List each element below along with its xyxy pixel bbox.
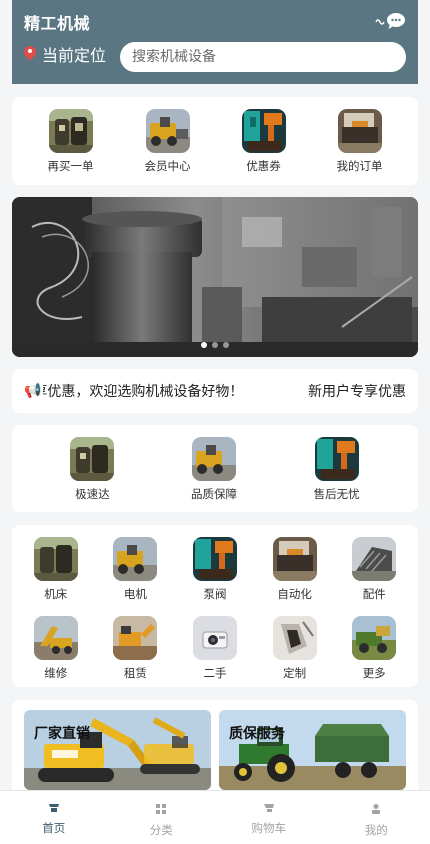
quick-actions-card: 再买一单 会员中心 优惠券 我的订单 xyxy=(12,97,418,185)
service-express[interactable]: 极速达 xyxy=(70,437,115,512)
megaphone-icon: 📢 xyxy=(24,383,42,399)
tab-label: 分类 xyxy=(149,823,173,837)
quick-action-member-center[interactable]: 会员中心 xyxy=(145,109,191,185)
after-sales-icon xyxy=(314,437,359,481)
sound-wave-icon xyxy=(375,19,385,25)
category-automation[interactable]: 自动化 xyxy=(255,537,335,608)
tab-category[interactable]: 分类 xyxy=(108,791,216,844)
service-label: 售后无忧 xyxy=(313,487,360,501)
category-label: 维修 xyxy=(44,666,68,680)
services-card: 极速达 品质保障 售后无忧 xyxy=(12,425,418,512)
second-hand-icon xyxy=(192,616,237,660)
category-repair[interactable]: 维修 xyxy=(16,616,96,687)
category-grid: 机床 电机 泵阀 自动化 配件 维修 租赁 二手 定制 更多 xyxy=(12,525,418,687)
category-custom[interactable]: 定制 xyxy=(255,616,335,687)
category-label: 定制 xyxy=(283,666,307,680)
member-center-icon xyxy=(145,109,190,153)
tractor-image xyxy=(219,710,406,790)
category-machine-tool[interactable]: 机床 xyxy=(16,537,96,608)
quick-action-coupon[interactable]: 优惠券 xyxy=(241,109,286,185)
promo-title: 质保服务 xyxy=(229,726,285,742)
home-icon xyxy=(48,804,59,812)
quick-action-label: 我的订单 xyxy=(336,159,383,173)
banner-image xyxy=(12,197,418,357)
category-label: 泵阀 xyxy=(203,587,227,601)
search-box[interactable] xyxy=(120,42,406,72)
carousel-dot[interactable] xyxy=(223,342,229,348)
category-label: 机床 xyxy=(44,587,68,601)
carousel-indicator xyxy=(201,342,229,348)
chat-bubble-icon xyxy=(387,13,405,29)
repair-icon xyxy=(33,616,78,660)
category-parts[interactable]: 配件 xyxy=(334,537,414,608)
parts-icon xyxy=(352,537,397,581)
quick-action-label: 优惠券 xyxy=(246,159,281,173)
category-pump-valve[interactable]: 泵阀 xyxy=(175,537,255,608)
promo-section: 厂家直销 质保服务 xyxy=(12,700,418,790)
my-orders-icon xyxy=(337,109,382,153)
promo-factory-direct[interactable]: 厂家直销 xyxy=(24,710,211,790)
quick-action-reorder[interactable]: 再买一单 xyxy=(48,109,94,185)
app-title: 精工机械 xyxy=(24,14,91,33)
category-rental[interactable]: 租赁 xyxy=(96,616,176,687)
quality-assurance-icon xyxy=(191,437,236,481)
service-after-sales[interactable]: 售后无忧 xyxy=(314,437,360,512)
location-pin-icon xyxy=(24,46,36,62)
category-label: 电机 xyxy=(123,587,147,601)
promo-title: 厂家直销 xyxy=(34,726,90,742)
app-header: 精工机械 当前定位 xyxy=(12,0,418,84)
rental-icon xyxy=(113,616,158,660)
tab-label: 购物车 xyxy=(251,821,287,835)
promo-warranty-service[interactable]: 质保服务 xyxy=(219,710,406,790)
category-motor[interactable]: 电机 xyxy=(96,537,176,608)
category-label: 自动化 xyxy=(277,587,312,601)
notice-bar[interactable]: 📢 享优惠，欢迎选购机械设备好物！ 新用户专享优惠 xyxy=(12,369,418,413)
category-label: 二手 xyxy=(203,666,227,680)
service-label: 品质保障 xyxy=(190,487,237,501)
tab-label: 我的 xyxy=(364,823,388,837)
quick-action-label: 会员中心 xyxy=(144,159,191,173)
cart-icon xyxy=(263,804,274,812)
tab-home[interactable]: 首页 xyxy=(0,791,108,844)
quick-action-label: 再买一单 xyxy=(47,159,94,173)
message-button[interactable] xyxy=(375,12,406,30)
profile-icon xyxy=(372,804,381,814)
excavator-image xyxy=(24,710,211,790)
category-more[interactable]: 更多 xyxy=(334,616,414,687)
more-icon xyxy=(352,616,397,660)
tab-profile[interactable]: 我的 xyxy=(323,791,430,844)
pump-valve-icon xyxy=(192,537,237,581)
automation-icon xyxy=(272,537,317,581)
motor-icon xyxy=(113,537,158,581)
service-label: 极速达 xyxy=(75,487,110,501)
notice-text: 享优惠，欢迎选购机械设备好物！ xyxy=(43,384,244,400)
new-user-promo-link[interactable]: 新用户专享优惠 xyxy=(308,381,406,401)
location-label: 当前定位 xyxy=(42,46,107,65)
coupon-icon xyxy=(241,109,286,153)
category-label: 更多 xyxy=(362,666,386,680)
quick-action-my-orders[interactable]: 我的订单 xyxy=(337,109,383,185)
carousel-dot[interactable] xyxy=(212,342,218,348)
category-icon xyxy=(156,804,167,814)
tab-cart[interactable]: 购物车 xyxy=(215,791,323,844)
custom-icon xyxy=(272,616,317,660)
machine-tool-icon xyxy=(33,537,78,581)
service-quality[interactable]: 品质保障 xyxy=(191,437,237,512)
current-location-button[interactable]: 当前定位 xyxy=(24,42,106,66)
search-input[interactable] xyxy=(132,49,394,65)
carousel-dot[interactable] xyxy=(201,342,207,348)
express-delivery-icon xyxy=(70,437,115,481)
order-again-icon xyxy=(48,109,93,153)
category-second-hand[interactable]: 二手 xyxy=(175,616,255,687)
banner-carousel[interactable] xyxy=(12,197,418,357)
bottom-tab-bar: 首页 分类 购物车 我的 xyxy=(0,790,430,844)
tab-label: 首页 xyxy=(42,821,66,835)
category-label: 租赁 xyxy=(123,666,147,680)
category-label: 配件 xyxy=(362,587,386,601)
